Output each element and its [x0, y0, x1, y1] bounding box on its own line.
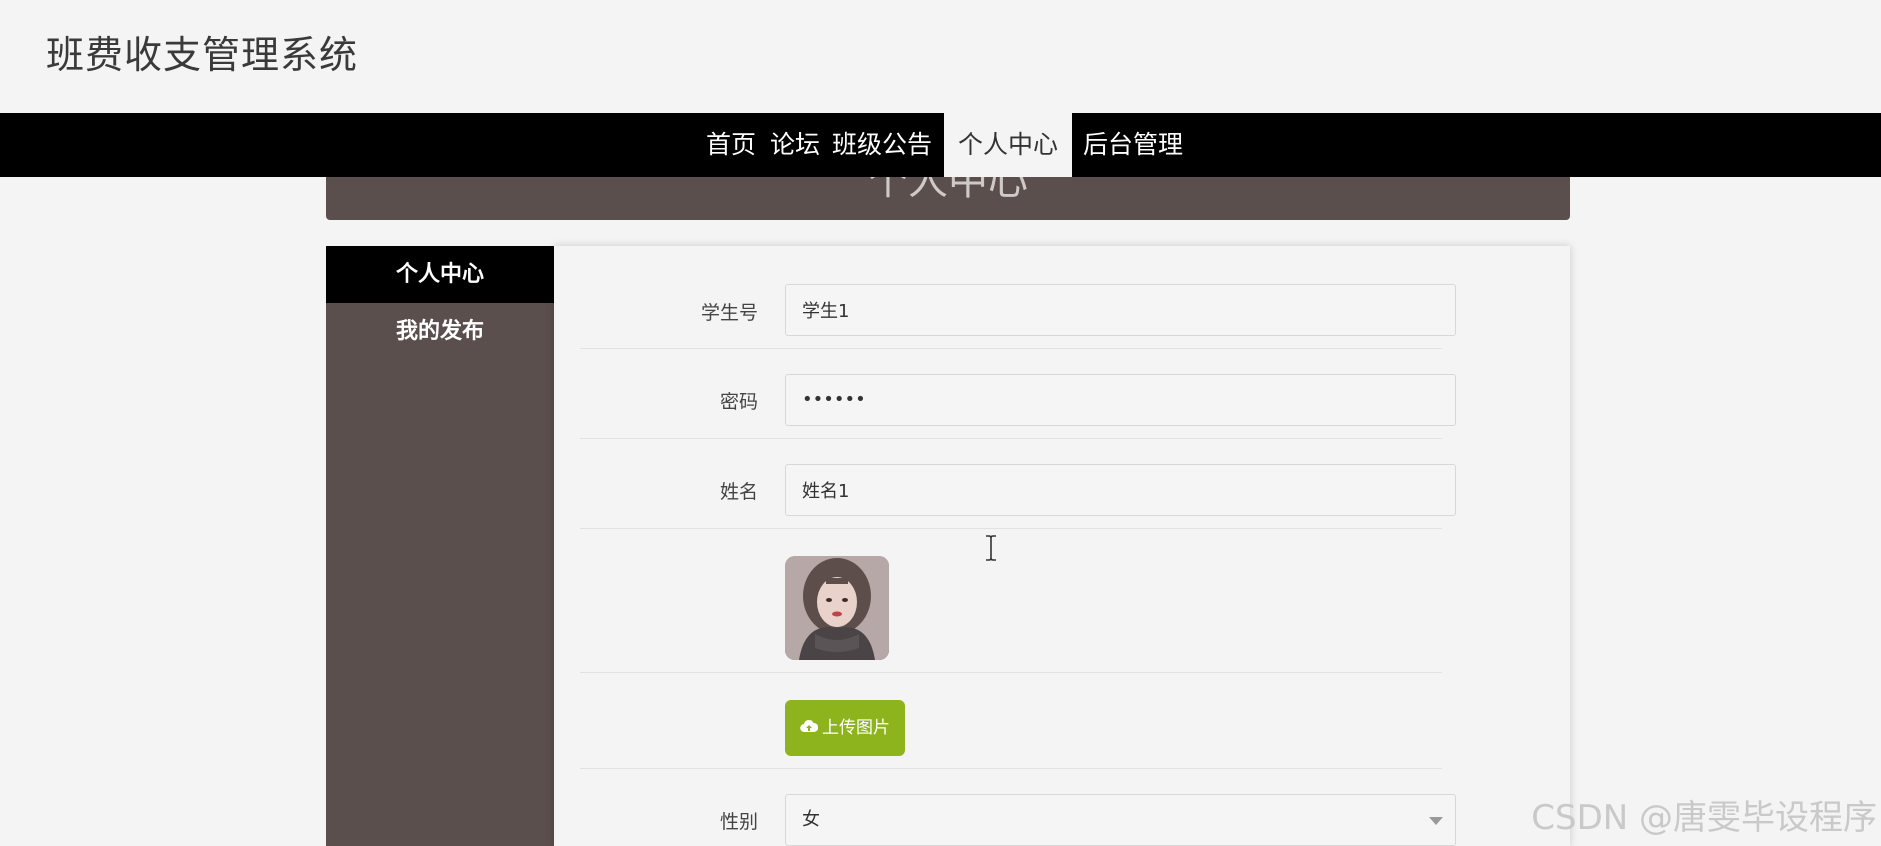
avatar-image: [785, 556, 889, 660]
main-nav: 首页 论坛 班级公告 个人中心 后台管理: [0, 113, 1881, 177]
profile-form: 学生号 密码 •••••• 姓名 上: [554, 246, 1570, 846]
sidebar: 个人中心 我的发布: [326, 246, 554, 846]
text-cursor-icon: [986, 535, 996, 561]
cloud-upload-icon: [800, 700, 819, 756]
site-header: 班费收支管理系统: [0, 0, 1881, 113]
watermark: CSDN @唐雯毕设程序: [1531, 798, 1877, 838]
upload-image-button[interactable]: 上传图片: [785, 700, 905, 756]
nav-item-forum[interactable]: 论坛: [764, 113, 826, 177]
name-input[interactable]: [785, 464, 1456, 516]
form-row-gender: 性别 女: [580, 769, 1456, 846]
chevron-down-icon: [1429, 817, 1443, 825]
sidebar-item-my-posts[interactable]: 我的发布: [326, 303, 554, 360]
gender-select[interactable]: 女: [785, 794, 1456, 846]
nav-item-home[interactable]: 首页: [700, 113, 762, 177]
nav-item-announcements[interactable]: 班级公告: [826, 113, 938, 177]
password-label: 密码: [719, 391, 758, 413]
form-row-name: 姓名: [580, 439, 1456, 529]
nav-item-admin[interactable]: 后台管理: [1077, 113, 1189, 177]
sidebar-item-personal-center[interactable]: 个人中心: [326, 246, 554, 303]
avatar: [785, 556, 889, 660]
gender-label: 性别: [719, 811, 758, 833]
form-row-avatar: [580, 529, 1442, 673]
form-row-student-no: 学生号: [580, 246, 1456, 349]
name-label: 姓名: [719, 481, 758, 503]
student-no-input[interactable]: [785, 284, 1456, 336]
gender-selected-value: 女: [802, 809, 820, 830]
password-input[interactable]: ••••••: [785, 374, 1456, 426]
form-row-password: 密码 ••••••: [580, 349, 1456, 439]
form-row-upload: 上传图片: [580, 673, 1442, 769]
student-no-label: 学生号: [700, 302, 758, 324]
nav-item-personal-center[interactable]: 个人中心: [944, 113, 1073, 177]
upload-image-label: 上传图片: [822, 718, 890, 738]
site-title: 班费收支管理系统: [46, 33, 359, 77]
